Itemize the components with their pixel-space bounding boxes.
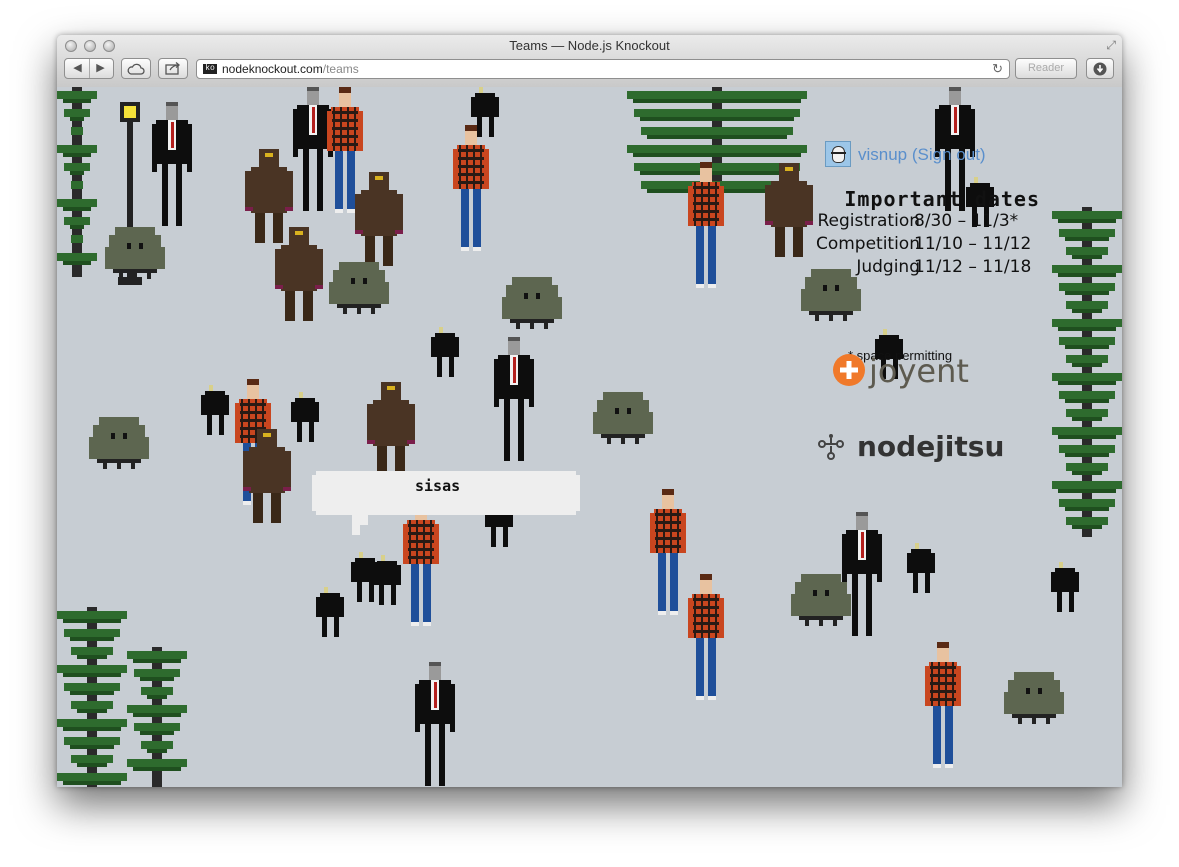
share-icon bbox=[165, 62, 181, 75]
user-avatar[interactable] bbox=[825, 141, 851, 167]
lumberjack-sprite bbox=[925, 642, 961, 768]
lumberjack-sprite bbox=[453, 125, 489, 251]
date-value: 11/10 – 11/12 bbox=[914, 234, 1032, 254]
svg-text:nodejitsu: nodejitsu bbox=[857, 430, 1004, 463]
downloads-button[interactable] bbox=[1086, 58, 1114, 79]
forward-arrow-icon[interactable]: ▶ bbox=[88, 59, 112, 78]
date-label: Judging bbox=[856, 257, 920, 277]
url-text[interactable]: nodeknockout.com/teams bbox=[222, 62, 359, 76]
date-row: Competition 11/10 – 11/12 bbox=[775, 234, 1040, 257]
username-link[interactable]: visnup bbox=[858, 145, 907, 164]
suit-man-sprite bbox=[152, 102, 192, 226]
url-path: /teams bbox=[322, 62, 359, 76]
suit-man-sprite bbox=[842, 512, 882, 636]
date-label: Registration bbox=[817, 211, 920, 231]
icloud-tabs-button[interactable] bbox=[121, 58, 151, 79]
black-creature-sprite bbox=[316, 587, 344, 637]
reader-button[interactable]: Reader bbox=[1015, 58, 1077, 79]
date-label: Competition bbox=[815, 234, 920, 254]
share-button[interactable] bbox=[158, 58, 188, 79]
important-dates-panel: Important dates Registration 8/30 – 11/3*… bbox=[775, 187, 1040, 280]
browser-toolbar: Teams — Node.js Knockout ⤢ ◀ ▶ ko nodekno… bbox=[57, 35, 1122, 88]
site-favicon: ko bbox=[203, 64, 217, 74]
pine-tree-sprite bbox=[57, 87, 97, 277]
suit-man-sprite bbox=[415, 662, 455, 786]
ghost-blob-sprite bbox=[593, 392, 653, 444]
bigfoot-sprite bbox=[355, 172, 403, 266]
important-dates-heading: Important dates bbox=[844, 187, 1040, 211]
download-icon bbox=[1093, 62, 1107, 76]
svg-text:joyent: joyent bbox=[868, 352, 969, 390]
date-row: Registration 8/30 – 11/3* bbox=[775, 211, 1040, 234]
joyent-logo-icon: joyent bbox=[833, 352, 969, 390]
pine-tree-sprite bbox=[1052, 207, 1122, 537]
ghost-blob-sprite bbox=[502, 277, 562, 329]
pine-tree-sprite bbox=[127, 647, 187, 787]
teams-page-scene: visnup (Sign out) Important dates Regist… bbox=[57, 87, 1122, 787]
browser-window: Teams — Node.js Knockout ⤢ ◀ ▶ ko nodekno… bbox=[57, 35, 1122, 787]
date-value: 8/30 – 11/3* bbox=[914, 211, 1019, 231]
cloud-icon bbox=[127, 63, 145, 75]
speech-bubble-text: sisas bbox=[415, 477, 461, 495]
lumberjack-sprite bbox=[650, 489, 686, 615]
bigfoot-sprite bbox=[245, 149, 293, 243]
back-forward-buttons: ◀ ▶ bbox=[64, 58, 114, 79]
date-row: Judging 11/12 – 11/18 bbox=[775, 257, 1040, 280]
address-bar[interactable]: ko nodeknockout.com/teams ↻ bbox=[196, 59, 1010, 79]
user-name-line: visnup (Sign out) bbox=[858, 145, 986, 165]
black-creature-sprite bbox=[291, 392, 319, 442]
window-title: Teams — Node.js Knockout bbox=[509, 38, 670, 53]
bigfoot-sprite bbox=[367, 382, 415, 476]
url-domain: nodeknockout.com bbox=[222, 62, 323, 76]
ghost-blob-sprite bbox=[329, 262, 389, 314]
ghost-blob-sprite bbox=[1004, 672, 1064, 724]
ghost-blob-sprite bbox=[105, 227, 165, 279]
suit-man-sprite bbox=[494, 337, 534, 461]
sign-out-link[interactable]: (Sign out) bbox=[912, 145, 986, 164]
reload-icon[interactable]: ↻ bbox=[992, 61, 1003, 77]
black-creature-sprite bbox=[373, 555, 401, 605]
black-creature-sprite bbox=[431, 327, 459, 377]
resize-icon[interactable]: ⤢ bbox=[1106, 38, 1116, 53]
ghost-blob-sprite bbox=[89, 417, 149, 469]
pine-tree-sprite bbox=[57, 607, 127, 787]
nodejitsu-logo-icon: nodejitsu bbox=[818, 430, 1004, 463]
back-arrow-icon[interactable]: ◀ bbox=[67, 59, 89, 78]
nodejitsu-sponsor-logo[interactable]: nodejitsu bbox=[812, 428, 1022, 473]
black-creature-sprite bbox=[1051, 562, 1079, 612]
joyent-sponsor-logo[interactable]: joyent bbox=[831, 352, 991, 407]
black-creature-sprite bbox=[201, 385, 229, 435]
date-value: 11/12 – 11/18 bbox=[914, 257, 1032, 277]
black-creature-sprite bbox=[907, 543, 935, 593]
lumberjack-sprite bbox=[688, 574, 724, 700]
